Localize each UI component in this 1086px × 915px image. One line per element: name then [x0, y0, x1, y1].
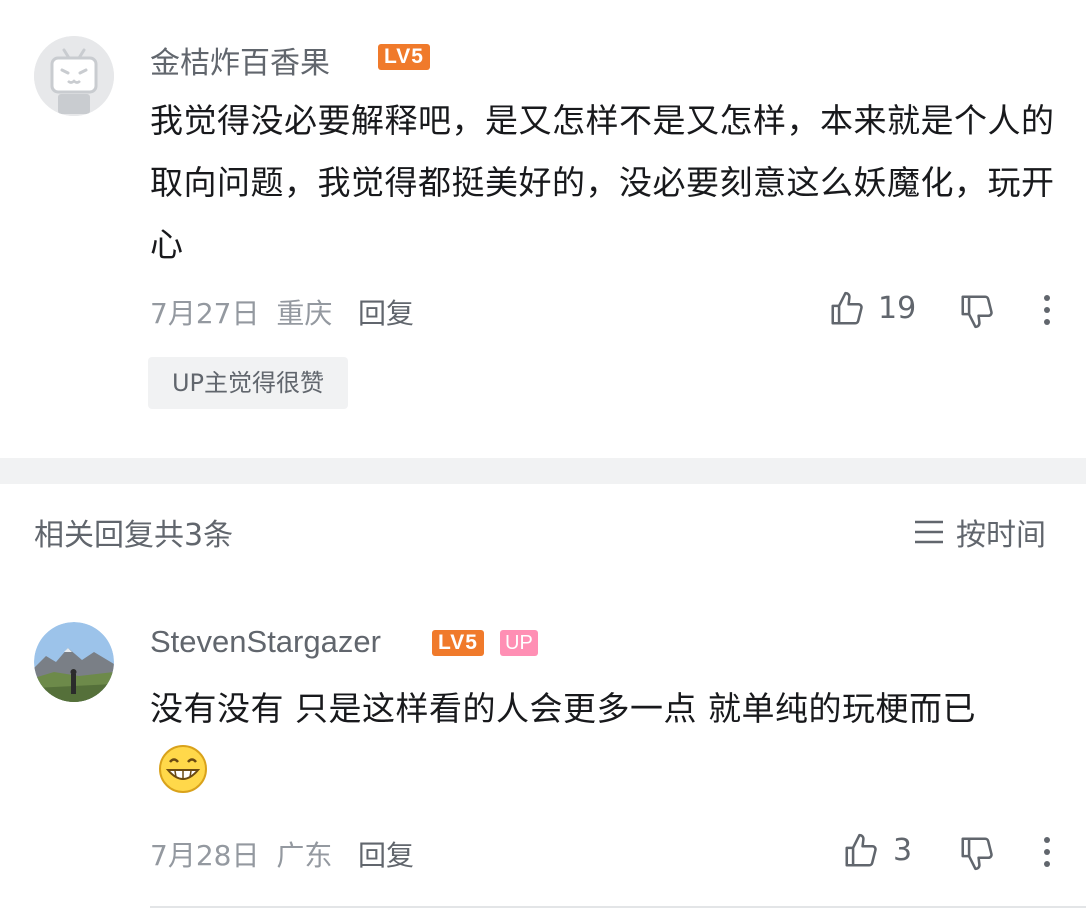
thumbs-down-icon[interactable]: [958, 292, 996, 330]
bottom-divider: [150, 906, 1086, 908]
landscape-photo-avatar: [34, 622, 114, 702]
up-badge: UP: [500, 630, 538, 656]
comment-location: 重庆: [276, 297, 333, 330]
level-badge: LV5: [432, 630, 484, 656]
thumbs-up-icon[interactable]: [828, 290, 866, 328]
comment-card: 金桔炸百香果 LV5 我觉得没必要解释吧，是又怎样不是又怎样，本来就是个人的取向…: [0, 0, 1086, 458]
comment-date: 7月27日: [150, 297, 260, 330]
like-count: 19: [878, 291, 917, 326]
level-badge: LV5: [378, 44, 430, 70]
comment-meta: 7月28日 广东: [150, 834, 332, 874]
section-divider: [0, 458, 1086, 484]
more-vertical-icon[interactable]: [1042, 293, 1052, 327]
up-liked-tag: UP主觉得很赞: [148, 357, 348, 409]
comment-date: 7月28日: [150, 839, 260, 872]
thumbs-up-icon[interactable]: [842, 832, 880, 870]
default-avatar[interactable]: [34, 36, 114, 116]
list-icon: [915, 520, 943, 544]
sort-button[interactable]: 按时间: [914, 510, 1046, 554]
reply-button[interactable]: 回复: [358, 834, 414, 874]
username[interactable]: StevenStargazer: [150, 624, 381, 660]
reply-card: StevenStargazer LV5 UP 没有没有 只是这样看的人会更多一点…: [0, 600, 1086, 915]
comment-meta: 7月27日 重庆: [150, 292, 332, 332]
sort-label: 按时间: [956, 518, 1046, 553]
comment-text-body: 没有没有 只是这样看的人会更多一点 就单纯的玩梗而已: [150, 689, 976, 728]
more-vertical-icon[interactable]: [1042, 835, 1052, 869]
tv-mascot-icon: [34, 36, 114, 116]
comment-text: 我觉得没必要解释吧，是又怎样不是又怎样，本来就是个人的取向问题，我觉得都挺美好的…: [150, 101, 1055, 264]
comment-location: 广东: [276, 839, 333, 872]
like-count: 3: [893, 833, 913, 868]
thumbs-down-icon[interactable]: [958, 834, 996, 872]
avatar[interactable]: [34, 622, 114, 702]
grinning-emoji-icon: [159, 744, 207, 793]
replies-count-header: 相关回复共3条: [34, 518, 234, 553]
reply-button[interactable]: 回复: [358, 292, 414, 332]
comment-text: 没有没有 只是这样看的人会更多一点 就单纯的玩梗而已: [150, 678, 1040, 802]
username[interactable]: 金桔炸百香果: [150, 38, 330, 82]
